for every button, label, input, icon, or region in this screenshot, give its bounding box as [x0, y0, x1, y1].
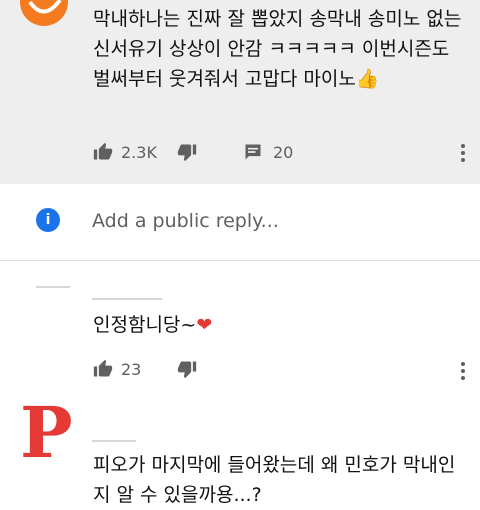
blurred-username	[92, 440, 136, 442]
reply-input[interactable]: Add a public reply...	[92, 210, 279, 232]
comment-actions: 2.3K 20	[93, 140, 293, 164]
dislike-icon	[177, 144, 197, 162]
thumbs-up-emoji: 👍	[355, 68, 380, 90]
more-options-icon[interactable]	[460, 359, 466, 383]
comment-text: 막내하나는 진짜 잘 뽑았지 송막내 송미노 없는 신서유기 상상이 안감 ㅋㅋ…	[93, 8, 462, 90]
blurred-avatar-mark	[36, 286, 70, 288]
like-icon	[93, 142, 113, 160]
like-count: 23	[121, 359, 142, 379]
comment-text: 인정함니당~	[93, 314, 197, 336]
blurred-username	[92, 298, 162, 300]
divider	[0, 260, 480, 261]
heart-emoji: ❤	[196, 314, 213, 336]
dislike-button[interactable]	[177, 142, 197, 162]
avatar[interactable]	[22, 282, 78, 312]
like-icon	[93, 359, 113, 377]
avatar[interactable]: P	[20, 398, 76, 468]
like-count: 2.3K	[121, 142, 157, 162]
more-options-icon[interactable]	[460, 141, 466, 165]
comment-body: 인정함니당~❤	[93, 310, 212, 340]
dislike-icon	[178, 361, 197, 379]
reply-count-icon	[245, 144, 261, 160]
reply-count: 20	[272, 142, 294, 162]
comment-body: 피오가 마지막에 들어왔는데 왜 민호가 막내인지 알 수 있을까용...?	[93, 450, 463, 510]
highlighted-comment: 막내하나는 진짜 잘 뽑았지 송막내 송미노 없는 신서유기 상상이 안감 ㅋㅋ…	[0, 0, 480, 184]
comment-body: 막내하나는 진짜 잘 뽑았지 송막내 송미노 없는 신서유기 상상이 안감 ㅋㅋ…	[93, 4, 463, 94]
like-button[interactable]: 2.3K	[93, 142, 157, 162]
reply-box: i Add a public reply...	[0, 184, 480, 260]
replies-button[interactable]: 20	[243, 142, 293, 162]
avatar-letter: P	[20, 391, 73, 474]
info-icon: i	[36, 208, 60, 232]
avatar[interactable]	[20, 0, 68, 26]
dislike-button[interactable]	[177, 359, 197, 379]
comment-text: 피오가 마지막에 들어왔는데 왜 민호가 막내인지 알 수 있을까용...?	[93, 454, 456, 506]
like-button[interactable]: 23	[93, 359, 141, 379]
comment-actions: 23	[93, 357, 197, 381]
